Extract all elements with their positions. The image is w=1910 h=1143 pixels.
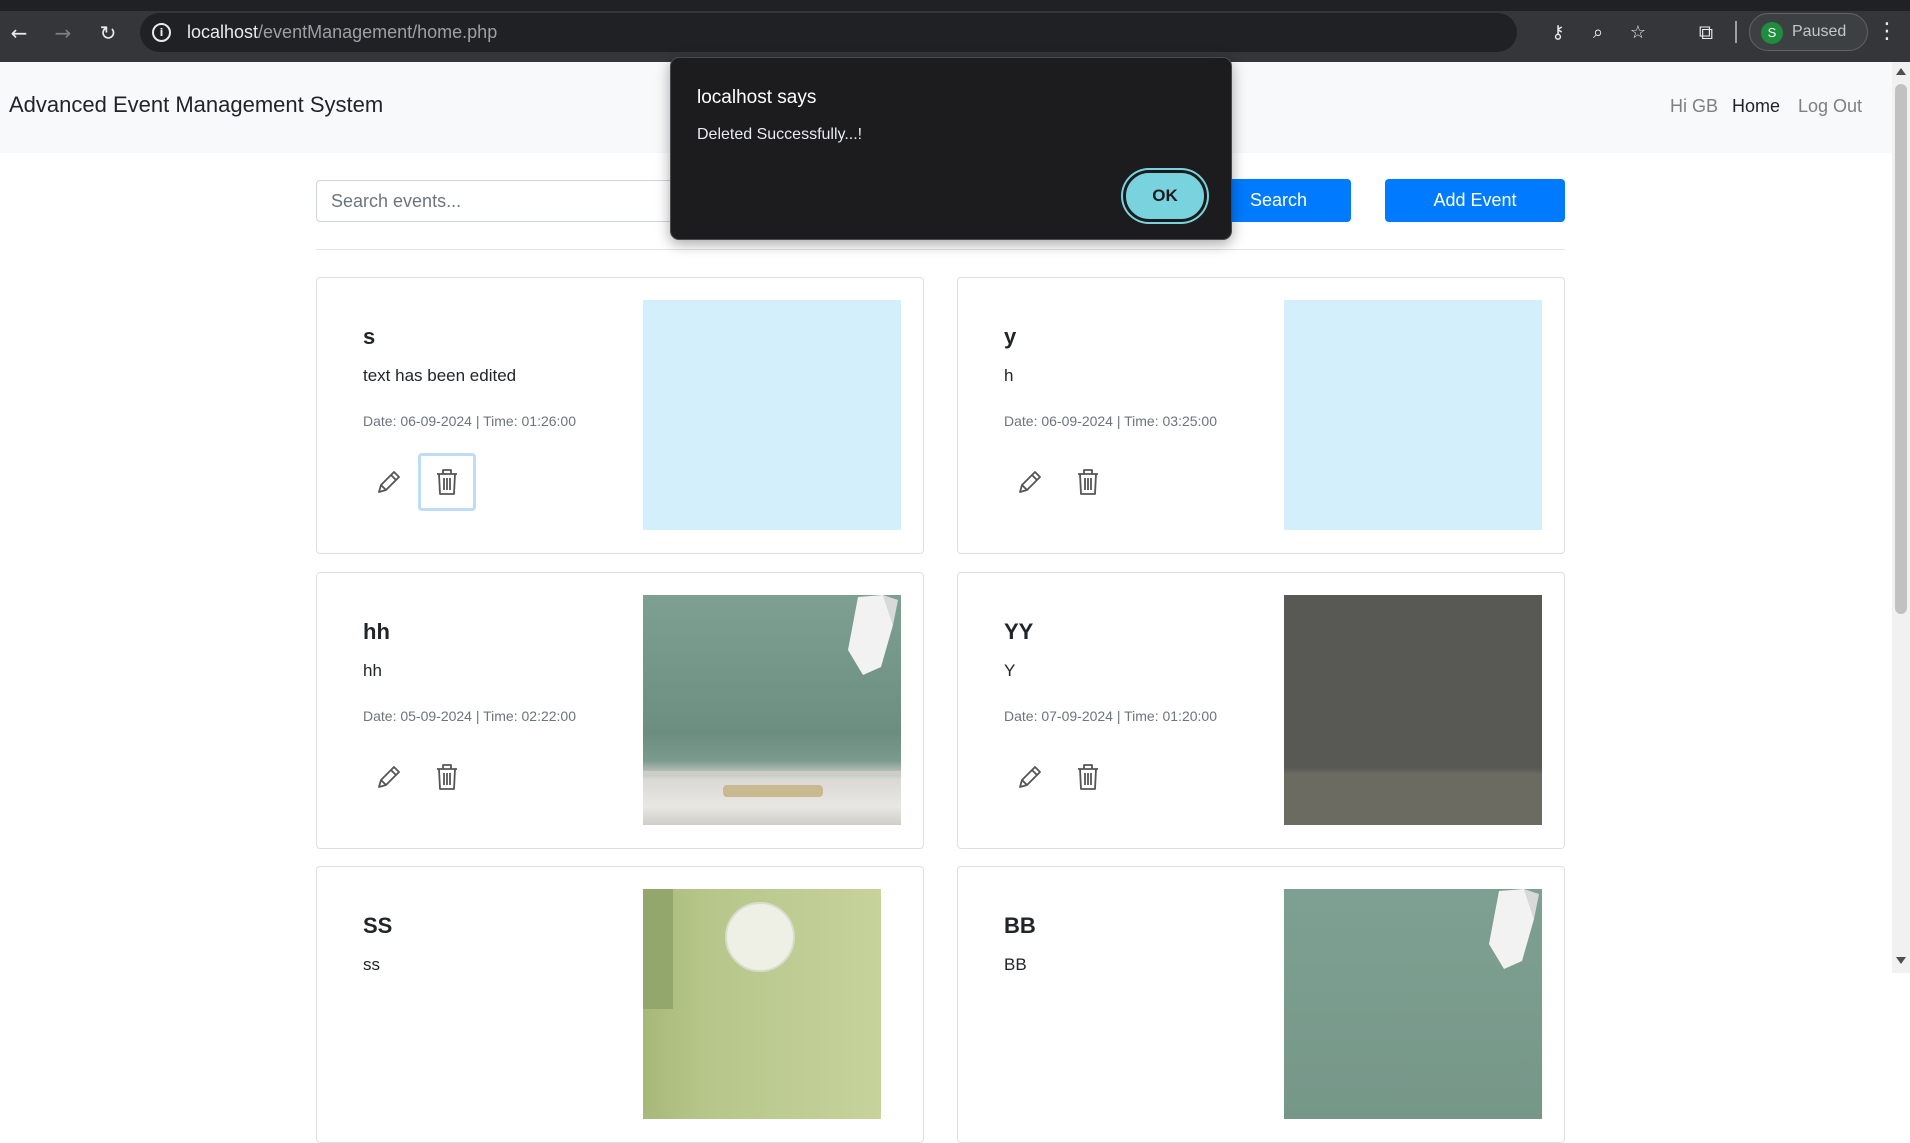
event-card: YY Y Date: 07-09-2024 | Time: 01:20:00 xyxy=(957,572,1565,849)
star-icon[interactable]: ☆ xyxy=(1626,21,1650,45)
sculpture-decor xyxy=(1489,889,1539,969)
page-scrollbar[interactable] xyxy=(1892,62,1910,973)
event-title: YY xyxy=(1004,619,1034,644)
brand-title[interactable]: Advanced Event Management System xyxy=(9,92,383,118)
edit-button[interactable] xyxy=(1001,453,1059,511)
event-image xyxy=(1284,300,1542,530)
event-title: s xyxy=(363,324,376,349)
address-bar[interactable]: i localhost/eventManagement/home.php ⚷ ⌕… xyxy=(140,13,1646,52)
toolbar-separator xyxy=(1735,21,1737,43)
url-text[interactable]: localhost/eventManagement/home.php xyxy=(187,22,497,43)
event-description: text has been edited xyxy=(363,366,517,385)
event-card: y h Date: 06-09-2024 | Time: 03:25:00 xyxy=(957,277,1565,554)
trash-icon xyxy=(437,469,457,495)
delete-button[interactable] xyxy=(418,453,476,511)
event-datetime: Date: 07-09-2024 | Time: 01:20:00 xyxy=(1004,708,1217,724)
event-image xyxy=(643,300,901,530)
event-title: y xyxy=(1004,324,1017,349)
event-card: SS ss xyxy=(316,866,924,1143)
home-link[interactable]: Home xyxy=(1732,96,1780,117)
edit-button[interactable] xyxy=(360,748,418,806)
event-description: BB xyxy=(1004,955,1027,974)
trash-icon xyxy=(1078,764,1098,790)
kebab-menu-icon[interactable]: ⋮ xyxy=(1876,18,1898,46)
scrollbar-thumb[interactable] xyxy=(1895,84,1907,614)
reload-icon[interactable]: ↻ xyxy=(95,20,121,46)
event-card: s text has been edited Date: 06-09-2024 … xyxy=(316,277,924,554)
edit-button[interactable] xyxy=(360,453,418,511)
event-description: hh xyxy=(363,661,382,680)
delete-button[interactable] xyxy=(1059,748,1117,806)
tab-strip xyxy=(0,0,1910,11)
add-event-button[interactable]: Add Event xyxy=(1385,179,1565,222)
scroll-up-arrow[interactable] xyxy=(1896,68,1906,75)
event-description: Y xyxy=(1004,661,1016,680)
ok-button[interactable]: OK xyxy=(1123,170,1207,222)
trash-icon xyxy=(1078,469,1098,495)
event-title: SS xyxy=(363,913,393,938)
event-image xyxy=(643,595,901,825)
event-datetime: Date: 06-09-2024 | Time: 01:26:00 xyxy=(363,413,576,429)
divider xyxy=(316,249,1565,250)
key-icon[interactable]: ⚷ xyxy=(1546,21,1570,45)
logout-link[interactable]: Log Out xyxy=(1798,96,1862,117)
back-icon[interactable]: ← xyxy=(6,20,32,46)
profile-button[interactable]: S Paused xyxy=(1749,13,1868,51)
event-datetime: Date: 06-09-2024 | Time: 03:25:00 xyxy=(1004,413,1217,429)
event-image xyxy=(1284,595,1542,825)
pencil-icon xyxy=(378,766,400,788)
profile-status: Paused xyxy=(1792,23,1847,40)
scroll-down-arrow[interactable] xyxy=(1896,957,1906,964)
pendant-lamp-decor xyxy=(643,889,795,1009)
event-description: h xyxy=(1004,366,1014,385)
sculpture-decor xyxy=(643,595,901,797)
alert-dialog: localhost says Deleted Successfully...! … xyxy=(670,57,1232,240)
trash-icon xyxy=(437,764,457,790)
event-image xyxy=(643,889,881,1119)
greeting-link[interactable]: Hi GB xyxy=(1670,96,1718,117)
pencil-icon xyxy=(1019,471,1041,493)
puzzle-icon[interactable]: ⧉ xyxy=(1692,18,1720,46)
event-description: ss xyxy=(363,955,380,974)
pencil-icon xyxy=(1019,766,1041,788)
pencil-icon xyxy=(378,471,400,493)
zoom-icon[interactable]: ⌕ xyxy=(1586,21,1610,45)
event-image xyxy=(1284,889,1542,1119)
dialog-message: Deleted Successfully...! xyxy=(697,126,863,143)
browser-toolbar: ← → ↻ i localhost/eventManagement/home.p… xyxy=(0,0,1910,62)
event-card: BB BB xyxy=(957,866,1565,1143)
event-card: hh hh Date: 05-09-2024 | Time: 02:22:00 xyxy=(316,572,924,849)
edit-button[interactable] xyxy=(1001,748,1059,806)
dialog-title: localhost says xyxy=(697,87,817,108)
avatar: S xyxy=(1761,22,1783,44)
forward-icon[interactable]: → xyxy=(50,20,76,46)
event-title: BB xyxy=(1004,913,1036,938)
delete-button[interactable] xyxy=(418,748,476,806)
delete-button[interactable] xyxy=(1059,453,1117,511)
site-info-icon[interactable]: i xyxy=(152,23,171,42)
event-datetime: Date: 05-09-2024 | Time: 02:22:00 xyxy=(363,708,576,724)
event-title: hh xyxy=(363,619,390,644)
